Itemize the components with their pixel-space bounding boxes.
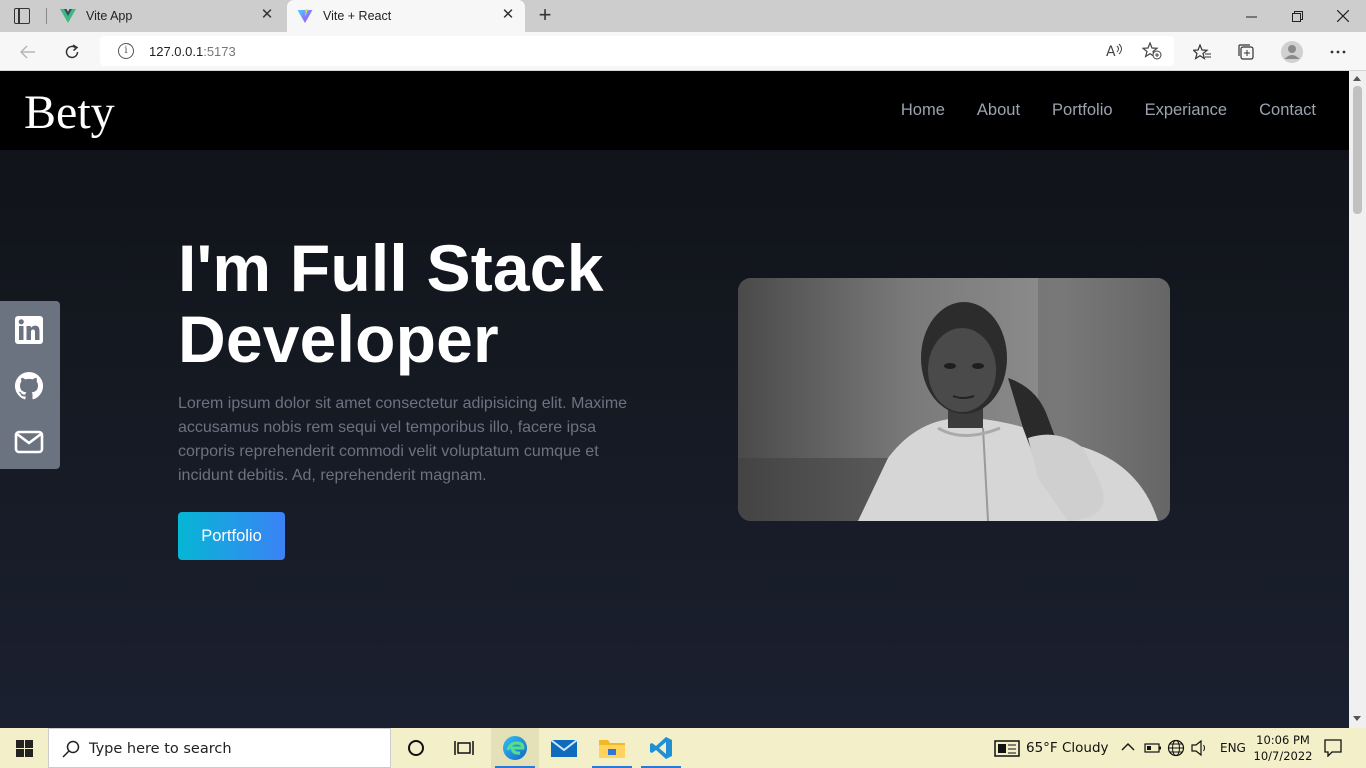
clock-time: 10:06 PM [1256, 733, 1310, 747]
collections-button[interactable] [1232, 38, 1260, 66]
favorites-button[interactable] [1188, 38, 1216, 66]
taskbar-vscode[interactable] [637, 728, 685, 768]
search-placeholder: Type here to search [89, 741, 232, 757]
browser-toolbar: i 127.0.0.1:5173 A [0, 32, 1366, 71]
hero-description: Lorem ipsum dolor sit amet consectetur a… [178, 395, 628, 484]
back-button[interactable] [14, 38, 42, 66]
vite-logo-icon [297, 9, 313, 23]
close-tab-icon[interactable]: ✕ [501, 7, 515, 22]
nav-link-portfolio[interactable]: Portfolio [1052, 101, 1113, 120]
close-icon [1337, 10, 1349, 22]
refresh-button[interactable] [58, 38, 86, 66]
linkedin-icon[interactable] [14, 315, 44, 345]
address-bar[interactable]: i 127.0.0.1:5173 A [100, 36, 1174, 66]
settings-more-button[interactable] [1324, 38, 1352, 66]
vue-logo-icon [60, 9, 76, 23]
clock[interactable]: 10:06 PM 10/7/2022 [1246, 732, 1320, 764]
nav-links: Home About Portfolio Experiance Contact [901, 101, 1316, 120]
portfolio-button[interactable]: Portfolio [178, 512, 285, 560]
refresh-icon [65, 44, 79, 59]
profile-button[interactable] [1278, 38, 1306, 66]
tab-actions-icon[interactable] [14, 8, 30, 24]
hero-title-line: Developer [178, 302, 499, 376]
svg-text:A: A [1106, 44, 1116, 59]
windows-taskbar: Type here to search 65°F Cloudy ENG 10:0… [0, 728, 1366, 768]
chevron-up-icon[interactable] [1121, 742, 1135, 752]
nav-link-contact[interactable]: Contact [1259, 101, 1316, 120]
site-info-icon[interactable]: i [118, 43, 134, 59]
social-links-bar [0, 301, 60, 469]
nav-link-experience[interactable]: Experiance [1145, 101, 1228, 120]
scrollbar-thumb[interactable] [1353, 86, 1362, 214]
mail-icon[interactable] [14, 427, 44, 457]
taskbar-search-input[interactable]: Type here to search [48, 728, 391, 768]
hero-title: I'm Full Stack Developer [178, 233, 604, 375]
tab-vite-react[interactable]: Vite + React ✕ [287, 0, 525, 32]
taskbar-edge[interactable] [491, 728, 539, 768]
close-tab-icon[interactable]: ✕ [260, 7, 274, 22]
tab-title: Vite App [86, 9, 133, 23]
site-logo[interactable]: Bety [24, 85, 115, 140]
scroll-up-icon[interactable] [1353, 76, 1361, 81]
minimize-button[interactable] [1228, 0, 1274, 32]
favorites-icon [1193, 44, 1211, 60]
read-aloud-icon[interactable]: A [1106, 43, 1124, 59]
edge-icon [503, 736, 527, 760]
collections-icon [1238, 44, 1254, 60]
url-text[interactable]: 127.0.0.1:5173 [149, 44, 236, 59]
close-window-button[interactable] [1320, 0, 1366, 32]
start-button[interactable] [0, 728, 48, 768]
more-dots-icon [1330, 50, 1346, 54]
new-tab-button[interactable]: + [534, 4, 556, 26]
clock-date: 10/7/2022 [1253, 749, 1313, 763]
tab-separator [46, 8, 47, 24]
folder-icon [599, 740, 625, 758]
nav-link-about[interactable]: About [977, 101, 1020, 120]
restore-icon [1291, 10, 1303, 22]
windows-logo-icon [15, 739, 33, 757]
browser-tab-strip: Vite App ✕ Vite + React ✕ + [0, 0, 1366, 32]
cortana-button[interactable] [392, 728, 440, 768]
minimize-icon [1245, 16, 1257, 17]
hero-title-line: I'm Full Stack [178, 231, 604, 305]
back-arrow-icon [20, 45, 35, 59]
avatar-icon [1281, 41, 1303, 63]
scroll-down-icon[interactable] [1353, 716, 1361, 721]
weather-text[interactable]: 65°F Cloudy [1026, 740, 1109, 756]
web-page: Bety Home About Portfolio Experiance Con… [0, 71, 1349, 728]
restore-button[interactable] [1274, 0, 1320, 32]
tab-title: Vite + React [323, 9, 392, 23]
page-scrollbar[interactable] [1349, 71, 1366, 728]
task-view-icon [454, 741, 474, 755]
tab-vite-app[interactable]: Vite App ✕ [50, 0, 284, 32]
site-navbar: Bety Home About Portfolio Experiance Con… [0, 71, 1349, 150]
add-favorite-icon[interactable] [1142, 42, 1162, 60]
taskbar-mail[interactable] [540, 728, 588, 768]
cortana-icon [408, 740, 424, 756]
volume-icon[interactable] [1191, 740, 1209, 756]
battery-icon[interactable] [1144, 742, 1162, 754]
vscode-icon [650, 737, 672, 759]
weather-news-icon[interactable] [994, 740, 1020, 757]
language-indicator[interactable]: ENG [1220, 741, 1246, 755]
github-icon[interactable] [14, 371, 44, 401]
taskbar-file-explorer[interactable] [588, 728, 636, 768]
search-icon [62, 740, 80, 758]
network-globe-icon[interactable] [1167, 739, 1185, 757]
profile-photo [738, 278, 1170, 521]
mail-app-icon [551, 739, 577, 757]
nav-link-home[interactable]: Home [901, 101, 945, 120]
task-view-button[interactable] [440, 728, 488, 768]
notifications-icon[interactable] [1324, 739, 1342, 757]
